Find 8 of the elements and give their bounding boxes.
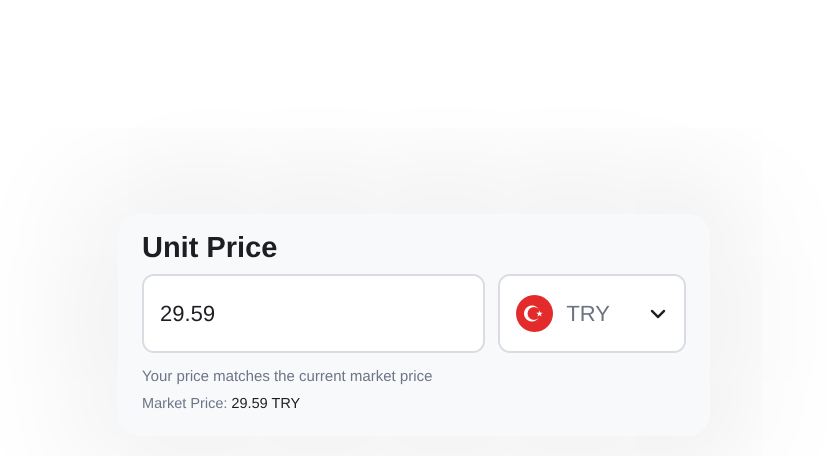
turkish-flag-icon xyxy=(516,295,554,332)
market-price-label: Market Price: xyxy=(142,395,228,414)
price-input-field[interactable]: 29.59 xyxy=(142,274,486,353)
currency-select[interactable]: TRY xyxy=(498,274,686,353)
hint-text: Your price matches the current market price xyxy=(142,367,434,387)
market-price-value: 29.59 TRY xyxy=(231,395,300,414)
chevron-down-icon xyxy=(650,308,666,318)
card-title: Unit Price xyxy=(142,231,278,266)
